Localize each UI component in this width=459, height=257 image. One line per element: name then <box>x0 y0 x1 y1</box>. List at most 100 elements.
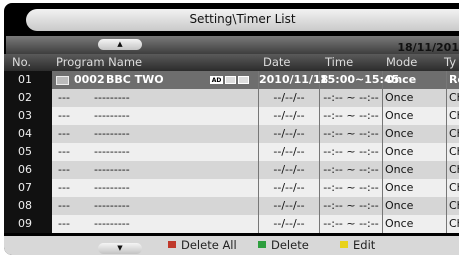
row-number: 01 <box>4 71 52 89</box>
table-row[interactable]: 05 --- --------- --/--/-- --:-- ~ --:-- … <box>4 143 459 161</box>
program-name: --------- <box>94 91 130 104</box>
timer-type: Ch <box>446 179 459 197</box>
channel-number: --- <box>58 127 70 140</box>
channel-number: --- <box>58 217 70 230</box>
timer-type: Ch <box>446 197 459 215</box>
red-key-icon <box>168 241 176 248</box>
timer-time: --:-- ~ --:-- <box>320 215 383 233</box>
table-row[interactable]: 01 0002 BBC TWO AD 2010/11/18 15:00~15:4… <box>4 71 459 89</box>
timer-time: --:-- ~ --:-- <box>320 179 383 197</box>
timer-time: --:-- ~ --:-- <box>320 125 383 143</box>
table-row[interactable]: 03 --- --------- --/--/-- --:-- ~ --:-- … <box>4 107 459 125</box>
timer-time: --:-- ~ --:-- <box>320 107 383 125</box>
footer-bar: Delete All Delete Edit <box>4 236 459 255</box>
audio-description-icon: AD <box>210 76 223 84</box>
channel-number: --- <box>58 145 70 158</box>
timer-list-screen: Setting\Timer List ▲ 18/11/201 No. Progr… <box>4 3 459 255</box>
col-mode: Mode <box>386 55 418 69</box>
timer-date: --/--/-- <box>258 215 320 233</box>
timer-time: --:-- ~ --:-- <box>320 161 383 179</box>
row-number: 03 <box>4 107 52 125</box>
channel-number: --- <box>58 181 70 194</box>
channel-number: 0002 <box>74 73 105 86</box>
table-row[interactable]: 07 --- --------- --/--/-- --:-- ~ --:-- … <box>4 179 459 197</box>
row-number: 07 <box>4 179 52 197</box>
program-name: --------- <box>94 199 130 212</box>
tv-icon <box>56 76 69 85</box>
column-header: No. Program Name Date Time Mode Ty <box>4 54 459 71</box>
timer-mode: Once <box>385 163 414 176</box>
timer-time: 15:00~15:45 <box>320 71 399 89</box>
program-flags: AD <box>210 76 251 85</box>
timer-type: Ch <box>446 215 459 233</box>
timer-type: Ch <box>446 143 459 161</box>
timer-table: 01 0002 BBC TWO AD 2010/11/18 15:00~15:4… <box>4 71 459 233</box>
timer-type: Ch <box>446 89 459 107</box>
timer-date: 2010/11/18 <box>258 71 328 89</box>
timer-mode: Once <box>385 217 414 230</box>
sub-header-bar <box>6 36 459 54</box>
row-number: 05 <box>4 143 52 161</box>
timer-type: Re <box>446 71 459 89</box>
program-name: --------- <box>94 181 130 194</box>
program-name: --------- <box>94 109 130 122</box>
timer-mode: Once <box>385 127 414 140</box>
timer-mode: Once <box>385 181 414 194</box>
timer-time: --:-- ~ --:-- <box>320 143 383 161</box>
timer-time: --:-- ~ --:-- <box>320 197 383 215</box>
timer-mode: Once <box>385 145 414 158</box>
channel-number: --- <box>58 199 70 212</box>
timer-date: --/--/-- <box>258 179 320 197</box>
table-row[interactable]: 08 --- --------- --/--/-- --:-- ~ --:-- … <box>4 197 459 215</box>
subtitle-icon <box>225 76 236 84</box>
teletext-icon <box>238 76 249 84</box>
table-row[interactable]: 02 --- --------- --/--/-- --:-- ~ --:-- … <box>4 89 459 107</box>
row-number: 04 <box>4 125 52 143</box>
channel-number: --- <box>58 91 70 104</box>
timer-mode: Once <box>385 109 414 122</box>
channel-number: --- <box>58 109 70 122</box>
edit-button[interactable]: Edit <box>340 236 375 255</box>
timer-date: --/--/-- <box>258 125 320 143</box>
timer-mode: Once <box>385 73 417 86</box>
scroll-down-icon[interactable]: ▼ <box>98 243 142 254</box>
row-number: 08 <box>4 197 52 215</box>
timer-type: Ch <box>446 107 459 125</box>
row-body: 0002 BBC TWO AD 2010/11/18 15:00~15:45 O… <box>52 71 459 89</box>
table-row[interactable]: 04 --- --------- --/--/-- --:-- ~ --:-- … <box>4 125 459 143</box>
program-name: --------- <box>94 145 130 158</box>
delete-button[interactable]: Delete <box>258 236 309 255</box>
row-number: 02 <box>4 89 52 107</box>
edit-label: Edit <box>353 238 376 252</box>
row-number: 06 <box>4 161 52 179</box>
timer-mode: Once <box>385 91 414 104</box>
timer-date: --/--/-- <box>258 89 320 107</box>
table-row[interactable]: 09 --- --------- --/--/-- --:-- ~ --:-- … <box>4 215 459 233</box>
col-type: Ty <box>444 55 457 69</box>
delete-all-button[interactable]: Delete All <box>168 236 237 255</box>
yellow-key-icon <box>340 241 348 248</box>
channel-number: --- <box>58 163 70 176</box>
col-no: No. <box>12 55 32 69</box>
timer-date: --/--/-- <box>258 143 320 161</box>
program-name: --------- <box>94 127 130 140</box>
scroll-up-icon[interactable]: ▲ <box>98 39 142 50</box>
timer-time: --:-- ~ --:-- <box>320 89 383 107</box>
table-row[interactable]: 06 --- --------- --/--/-- --:-- ~ --:-- … <box>4 161 459 179</box>
title-bar: Setting\Timer List <box>26 9 459 31</box>
timer-date: --/--/-- <box>258 107 320 125</box>
page-title: Setting\Timer List <box>189 12 296 26</box>
col-program-name: Program Name <box>56 55 143 69</box>
col-date: Date <box>263 55 291 69</box>
timer-date: --/--/-- <box>258 161 320 179</box>
current-date: 18/11/201 <box>397 41 459 54</box>
timer-date: --/--/-- <box>258 197 320 215</box>
timer-type: Ch <box>446 161 459 179</box>
col-time: Time <box>325 55 354 69</box>
timer-type: Ch <box>446 125 459 143</box>
green-key-icon <box>258 241 266 248</box>
row-number: 09 <box>4 215 52 233</box>
delete-label: Delete <box>271 238 309 252</box>
program-name: BBC TWO <box>106 73 164 86</box>
program-name: --------- <box>94 217 130 230</box>
